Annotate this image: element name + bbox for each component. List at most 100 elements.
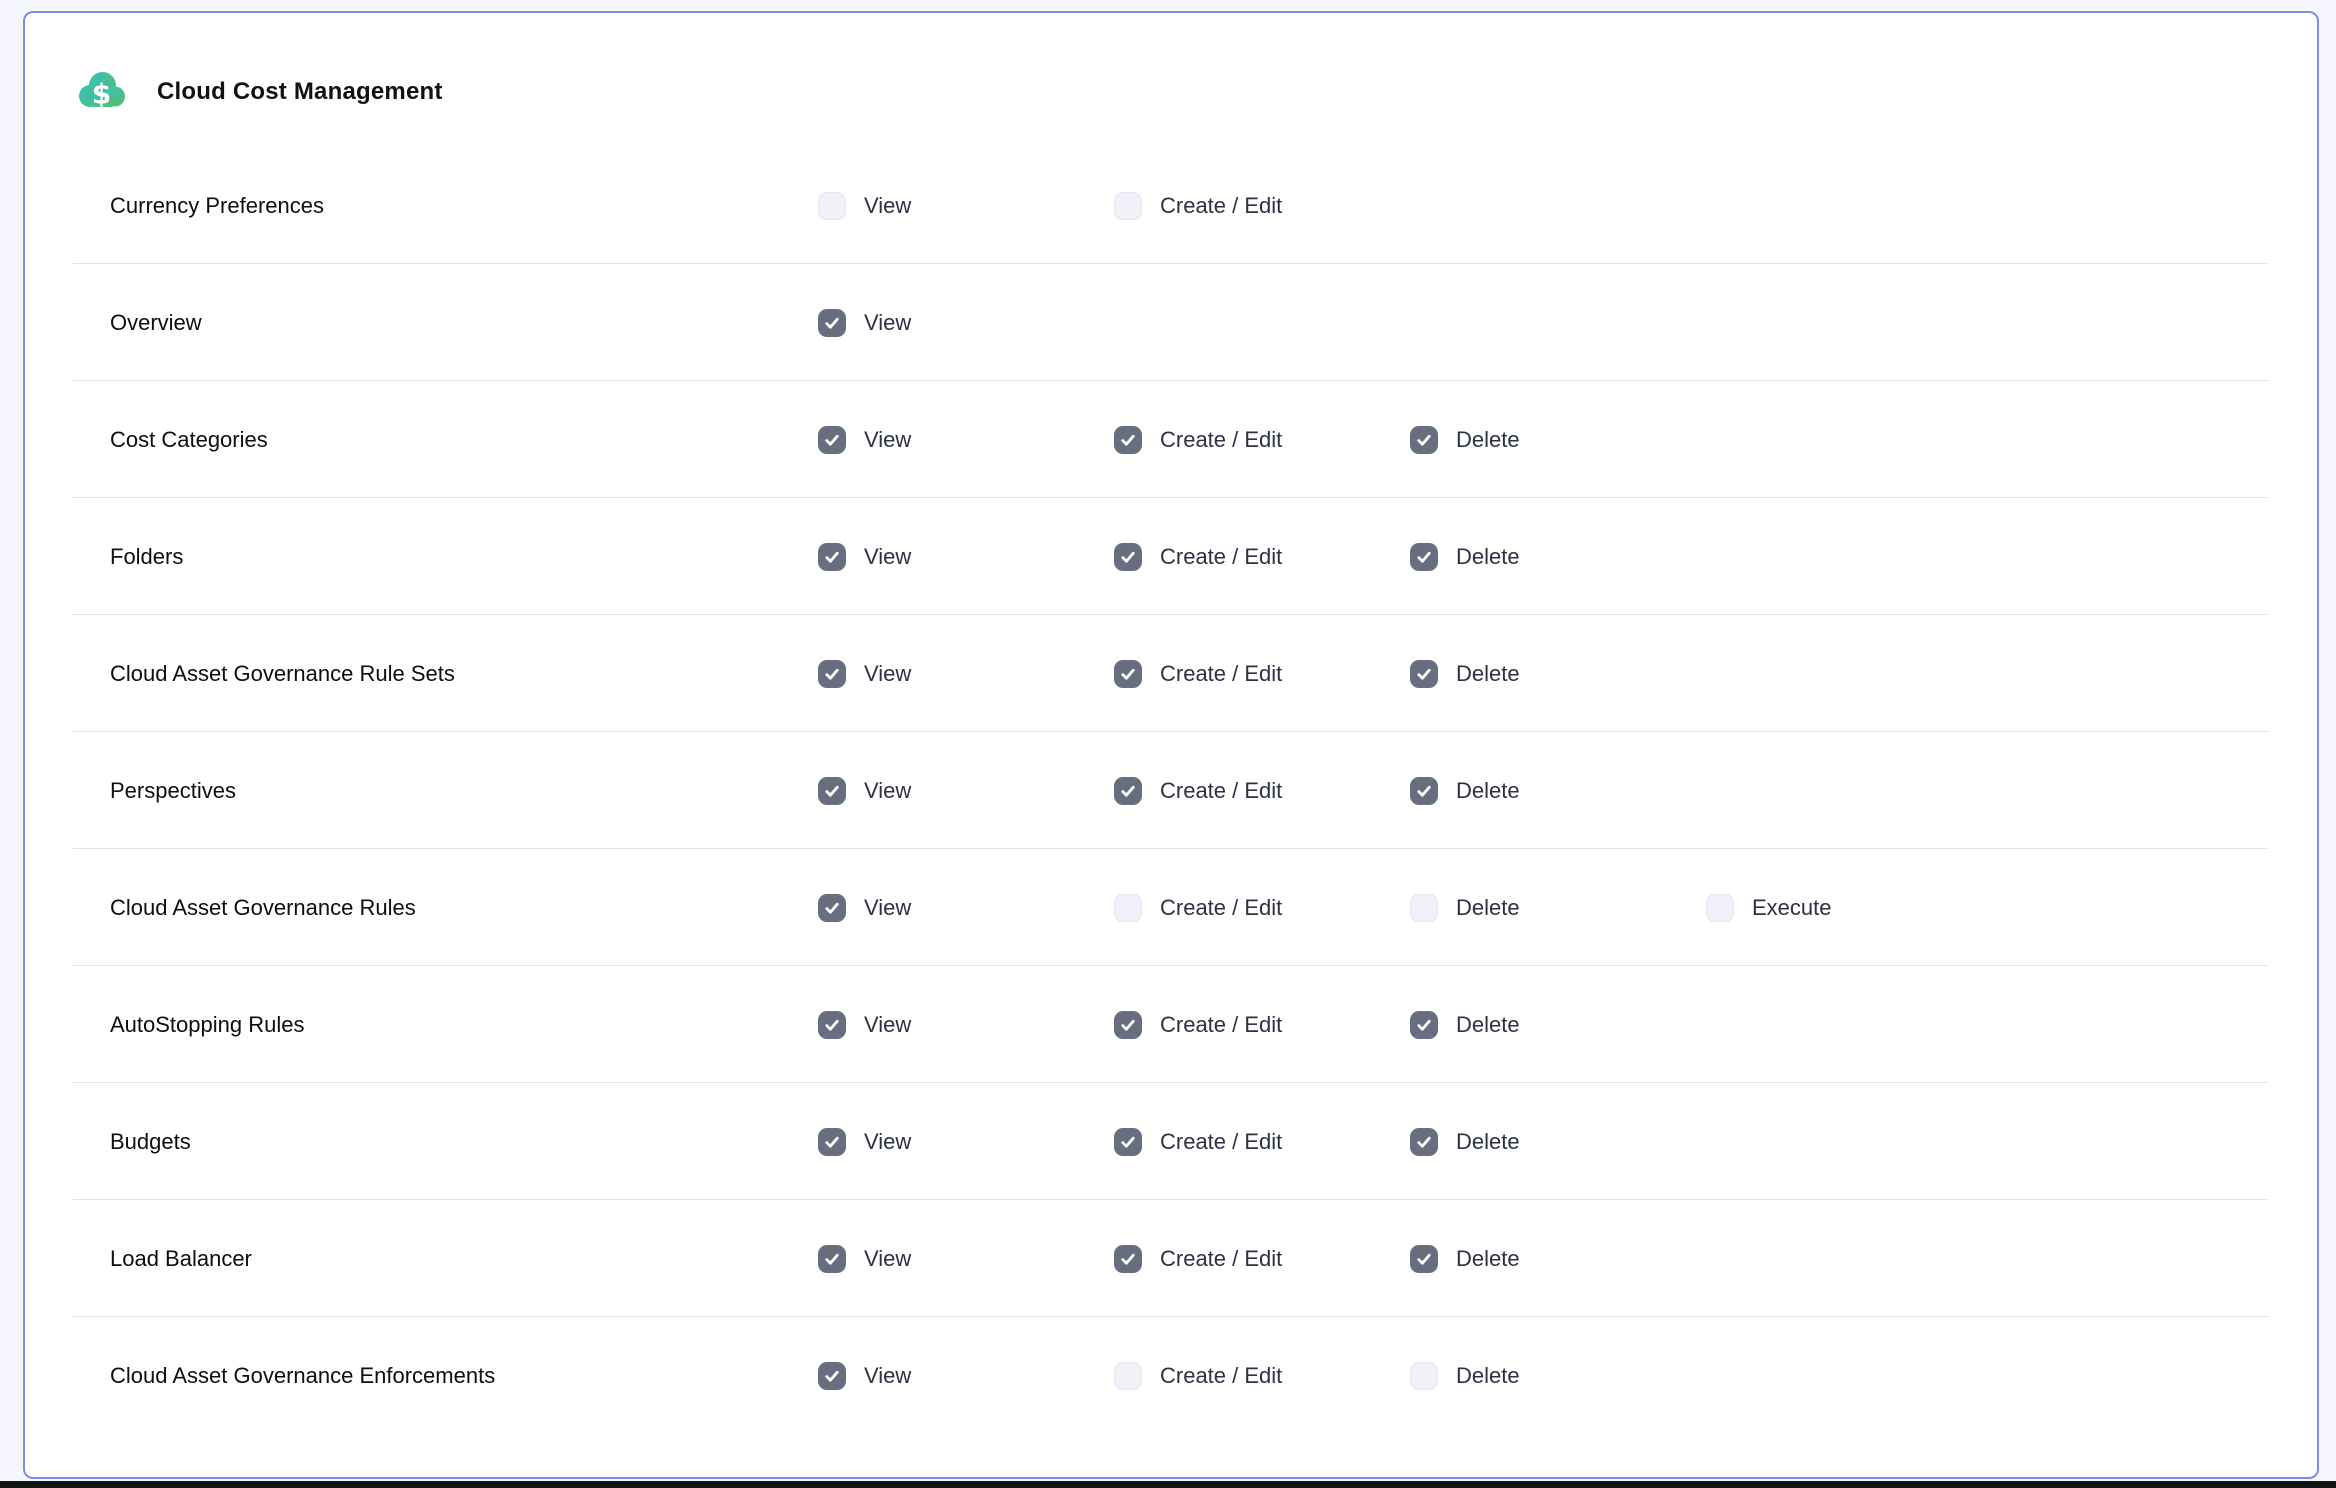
permission-option-delete[interactable]: Delete <box>1410 894 1520 922</box>
permission-option-create-edit[interactable]: Create / Edit <box>1114 1245 1282 1273</box>
permission-option-view[interactable]: View <box>818 426 911 454</box>
delete-checkbox[interactable] <box>1410 1245 1438 1273</box>
permission-option-delete[interactable]: Delete <box>1410 1362 1520 1390</box>
delete-checkbox[interactable] <box>1410 1362 1438 1390</box>
permission-option-view[interactable]: View <box>818 192 911 220</box>
permission-option-create-edit[interactable]: Create / Edit <box>1114 192 1282 220</box>
checkbox-label: View <box>864 1246 911 1272</box>
permission-resource-label: Overview <box>110 310 202 336</box>
permission-resource-label: Currency Preferences <box>110 193 324 219</box>
checkbox-label: Delete <box>1456 1363 1520 1389</box>
permission-option-view[interactable]: View <box>818 1011 911 1039</box>
permission-option-view[interactable]: View <box>818 1362 911 1390</box>
create-edit-checkbox[interactable] <box>1114 1011 1142 1039</box>
permission-option-view[interactable]: View <box>818 894 911 922</box>
delete-checkbox[interactable] <box>1410 777 1438 805</box>
checkbox-label: View <box>864 1012 911 1038</box>
cloud-cost-management-icon: $ <box>75 66 127 118</box>
create-edit-checkbox[interactable] <box>1114 1245 1142 1273</box>
permission-row-perspectives: Perspectives View Create / Edit Delete <box>25 732 2317 849</box>
create-edit-checkbox[interactable] <box>1114 1128 1142 1156</box>
permission-option-delete[interactable]: Delete <box>1410 426 1520 454</box>
view-checkbox[interactable] <box>818 309 846 337</box>
checkbox-label: Delete <box>1456 544 1520 570</box>
checkmark-icon <box>822 898 842 918</box>
delete-checkbox[interactable] <box>1410 1011 1438 1039</box>
checkbox-label: Create / Edit <box>1160 427 1282 453</box>
permission-row-cloud-asset-governance-rules: Cloud Asset Governance RulesViewCreate /… <box>25 849 2317 966</box>
checkbox-label: Create / Edit <box>1160 778 1282 804</box>
view-checkbox[interactable] <box>818 1128 846 1156</box>
view-checkbox[interactable] <box>818 543 846 571</box>
create-edit-checkbox[interactable] <box>1114 894 1142 922</box>
permission-option-view[interactable]: View <box>818 660 911 688</box>
permission-option-create-edit[interactable]: Create / Edit <box>1114 1011 1282 1039</box>
view-checkbox[interactable] <box>818 660 846 688</box>
permission-option-delete[interactable]: Delete <box>1410 1128 1520 1156</box>
screen-bottom-edge <box>0 1481 2336 1488</box>
permission-option-delete[interactable]: Delete <box>1410 1011 1520 1039</box>
permission-option-execute[interactable]: Execute <box>1706 894 1832 922</box>
permission-option-view[interactable]: View <box>818 309 911 337</box>
checkbox-label: Delete <box>1456 778 1520 804</box>
permission-option-delete[interactable]: Delete <box>1410 543 1520 571</box>
create-edit-checkbox[interactable] <box>1114 192 1142 220</box>
checkmark-icon <box>822 781 842 801</box>
permissions-card: $ Cloud Cost Management Currency Prefere… <box>23 11 2319 1479</box>
delete-checkbox[interactable] <box>1410 894 1438 922</box>
permission-row-cloud-asset-governance-rule-sets: Cloud Asset Governance Rule SetsViewCrea… <box>25 615 2317 732</box>
view-checkbox[interactable] <box>818 777 846 805</box>
permission-option-view[interactable]: View <box>818 543 911 571</box>
view-checkbox[interactable] <box>818 1245 846 1273</box>
create-edit-checkbox[interactable] <box>1114 660 1142 688</box>
permission-option-view[interactable]: View <box>818 1245 911 1273</box>
permission-resource-label: Cost Categories <box>110 427 268 453</box>
view-checkbox[interactable] <box>818 426 846 454</box>
create-edit-checkbox[interactable] <box>1114 1362 1142 1390</box>
permission-option-create-edit[interactable]: Create / Edit <box>1114 777 1282 805</box>
delete-checkbox[interactable] <box>1410 660 1438 688</box>
create-edit-checkbox[interactable] <box>1114 777 1142 805</box>
checkmark-icon <box>1118 781 1138 801</box>
permission-option-delete[interactable]: Delete <box>1410 1245 1520 1273</box>
delete-checkbox[interactable] <box>1410 543 1438 571</box>
checkmark-icon <box>1118 1015 1138 1035</box>
view-checkbox[interactable] <box>818 1362 846 1390</box>
permission-row-budgets: BudgetsViewCreate / EditDelete <box>25 1083 2317 1200</box>
permission-option-create-edit[interactable]: Create / Edit <box>1114 1362 1282 1390</box>
checkmark-icon <box>1414 1132 1434 1152</box>
checkbox-label: View <box>864 427 911 453</box>
create-edit-checkbox[interactable] <box>1114 543 1142 571</box>
permission-option-create-edit[interactable]: Create / Edit <box>1114 426 1282 454</box>
checkbox-label: Create / Edit <box>1160 1012 1282 1038</box>
view-checkbox[interactable] <box>818 192 846 220</box>
checkmark-icon <box>1118 1132 1138 1152</box>
checkbox-label: View <box>864 1129 911 1155</box>
permission-option-delete[interactable]: Delete <box>1410 660 1520 688</box>
permission-option-delete[interactable]: Delete <box>1410 777 1520 805</box>
permission-option-view[interactable]: View <box>818 777 911 805</box>
delete-checkbox[interactable] <box>1410 426 1438 454</box>
checkbox-label: View <box>864 661 911 687</box>
checkbox-label: Create / Edit <box>1160 895 1282 921</box>
checkbox-label: Delete <box>1456 1246 1520 1272</box>
checkbox-label: Create / Edit <box>1160 1129 1282 1155</box>
checkmark-icon <box>1118 430 1138 450</box>
checkmark-icon <box>1414 430 1434 450</box>
execute-checkbox[interactable] <box>1706 894 1734 922</box>
permission-row-cloud-asset-governance-enforcements: Cloud Asset Governance Enforcements View C… <box>25 1317 2317 1434</box>
checkmark-icon <box>1118 547 1138 567</box>
create-edit-checkbox[interactable] <box>1114 426 1142 454</box>
permission-option-create-edit[interactable]: Create / Edit <box>1114 543 1282 571</box>
permission-resource-label: Perspectives <box>110 778 236 804</box>
permission-resource-label: Cloud Asset Governance Enforcements <box>110 1363 495 1389</box>
view-checkbox[interactable] <box>818 894 846 922</box>
permission-option-create-edit[interactable]: Create / Edit <box>1114 894 1282 922</box>
permission-option-create-edit[interactable]: Create / Edit <box>1114 660 1282 688</box>
permission-option-create-edit[interactable]: Create / Edit <box>1114 1128 1282 1156</box>
checkbox-label: Create / Edit <box>1160 661 1282 687</box>
checkmark-icon <box>822 313 842 333</box>
delete-checkbox[interactable] <box>1410 1128 1438 1156</box>
permission-option-view[interactable]: View <box>818 1128 911 1156</box>
view-checkbox[interactable] <box>818 1011 846 1039</box>
